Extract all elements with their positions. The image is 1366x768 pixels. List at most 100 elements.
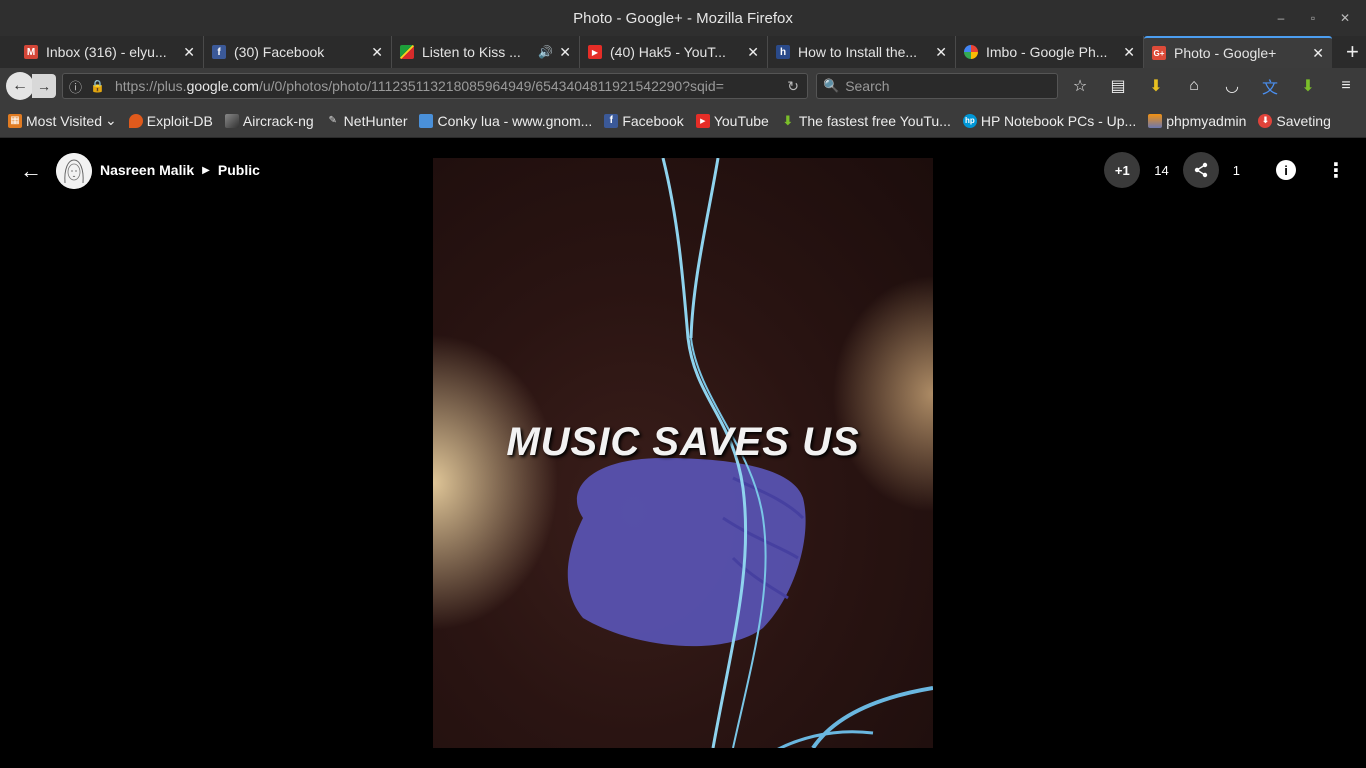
chevron-down-icon: ⌄	[105, 112, 117, 128]
tab-title: Photo - Google+	[1174, 45, 1277, 61]
photo-text: MUSIC SAVES US	[506, 420, 860, 464]
tab-strip: M Inbox (316) - elyu... ✕ f (30) Faceboo…	[0, 36, 1366, 68]
tab-close-icon[interactable]: ✕	[935, 44, 947, 61]
bookmark-label: Saveting	[1276, 112, 1331, 129]
search-icon: 🔍	[823, 78, 840, 93]
forward-arrow-icon[interactable]: →	[32, 74, 56, 98]
bookmark-nethunter[interactable]: ✎ NetHunter	[326, 112, 408, 129]
post-author: Nasreen Malik ▶ Public	[100, 162, 260, 178]
translate-icon[interactable]: 文	[1260, 74, 1280, 98]
pocket-icon[interactable]: ◡	[1222, 76, 1242, 96]
tab-imbo-google-photos[interactable]: Imbo - Google Ph... ✕	[956, 36, 1144, 68]
bookmark-star-icon[interactable]: ☆	[1070, 76, 1090, 96]
bookmark-saveting[interactable]: ⬇ Saveting	[1258, 112, 1331, 129]
share-count: 1	[1232, 162, 1240, 178]
speaker-icon[interactable]: 🔊	[538, 45, 553, 59]
bookmark-conky-lua[interactable]: Conky lua - www.gnom...	[419, 113, 592, 129]
tab-close-icon[interactable]: ✕	[371, 44, 383, 61]
saveting-icon: ⬇	[1258, 113, 1273, 128]
download-arrow-icon: ⬇	[782, 112, 794, 128]
photo-image[interactable]: MUSIC SAVES US	[433, 158, 933, 748]
tab-facebook[interactable]: f (30) Facebook ✕	[204, 36, 392, 68]
tab-title: Inbox (316) - elyu...	[46, 44, 167, 60]
author-name[interactable]: Nasreen Malik	[100, 162, 194, 178]
close-window-icon[interactable]: ✕	[1338, 11, 1352, 25]
gnome-icon	[419, 113, 434, 128]
home-icon[interactable]: ⌂	[1184, 77, 1204, 95]
bookmark-label: Most Visited	[26, 112, 102, 129]
info-icon[interactable]: i	[1276, 160, 1296, 180]
tab-listen-to-kiss[interactable]: Listen to Kiss ... 🔊 ✕	[392, 36, 580, 68]
more-options-icon[interactable]: ⋮	[1326, 158, 1346, 183]
plus-one-button[interactable]: +1	[1104, 152, 1141, 188]
back-arrow-icon[interactable]: ←	[20, 158, 42, 184]
url-domain: google.com	[186, 78, 259, 94]
most-visited-icon: ▦	[8, 113, 22, 128]
bookmark-exploit-db[interactable]: Exploit-DB	[128, 112, 213, 129]
tab-close-icon[interactable]: ✕	[747, 44, 759, 61]
tab-close-icon[interactable]: ✕	[183, 44, 195, 61]
info-icon[interactable]: ⓘ	[69, 77, 82, 96]
tab-title: Imbo - Google Ph...	[986, 44, 1108, 60]
caret-right-icon: ▶	[202, 164, 210, 176]
tab-close-icon[interactable]: ✕	[559, 44, 571, 61]
photo-actions: +1 14 1 i ⋮	[1104, 152, 1346, 188]
toolbar-icons: ☆ ▤ ⬇ ⌂ ◡ 文 ⬇ ≡	[1070, 74, 1356, 98]
phpmyadmin-icon	[1148, 113, 1163, 128]
bookmark-label: Aircrack-ng	[242, 112, 314, 129]
tab-close-icon[interactable]: ✕	[1123, 44, 1135, 61]
bookmark-label: Facebook	[622, 112, 684, 129]
tab-title: (40) Hak5 - YouT...	[610, 44, 726, 60]
avatar[interactable]	[56, 153, 92, 189]
bookmark-label: NetHunter	[343, 112, 408, 129]
hp-icon: hp	[962, 113, 977, 128]
tab-gmail[interactable]: M Inbox (316) - elyu... ✕	[16, 36, 204, 68]
new-tab-icon[interactable]: +	[1346, 39, 1359, 65]
nav-buttons: ← →	[6, 72, 56, 100]
visibility-label[interactable]: Public	[218, 162, 260, 178]
bookmark-label: Exploit-DB	[146, 112, 213, 129]
bookmark-most-visited[interactable]: ▦ Most Visited ⌄	[8, 112, 117, 129]
share-glyph-icon	[1194, 162, 1207, 178]
window-title: Photo - Google+ - Mozilla Firefox	[573, 9, 793, 27]
tab-close-icon[interactable]: ✕	[1312, 45, 1324, 62]
bookmark-label: YouTube	[713, 112, 769, 129]
url-path: /u/0/photos/photo/111235113218085964949/…	[258, 78, 724, 94]
tab-youtube-hak5[interactable]: ▶ (40) Hak5 - YouT... ✕	[580, 36, 768, 68]
search-placeholder: Search	[845, 78, 890, 94]
bookmark-label: phpmyadmin	[1166, 112, 1247, 129]
share-icon[interactable]	[1182, 152, 1219, 188]
menu-icon[interactable]: ≡	[1336, 77, 1356, 95]
window-controls: – ▫ ✕	[1274, 0, 1352, 36]
bookmark-aircrack-ng[interactable]: Aircrack-ng	[224, 112, 314, 129]
bookmark-fastest-free-youtube[interactable]: ⬇ The fastest free YouTu...	[781, 112, 951, 129]
bookmark-label: HP Notebook PCs - Up...	[980, 112, 1137, 129]
photo-viewer: ← Nasreen Malik ▶ Public MUSIC SAVES US …	[0, 138, 1366, 768]
reload-icon[interactable]: ↻	[787, 78, 799, 95]
bookmark-label: Conky lua - www.gnom...	[437, 112, 593, 129]
window-titlebar: Photo - Google+ - Mozilla Firefox – ▫ ✕	[0, 0, 1366, 36]
avatar-sketch-icon	[56, 153, 92, 189]
tab-photo-google-plus[interactable]: G+ Photo - Google+ ✕	[1144, 36, 1332, 68]
url-bar[interactable]: ⓘ 🔒 https://plus.google.com/u/0/photos/p…	[62, 73, 808, 99]
youtube-icon: ▶	[695, 113, 710, 128]
facebook-icon: f	[604, 113, 619, 128]
bookmark-label: The fastest free YouTu...	[798, 112, 951, 129]
bookmark-youtube[interactable]: ▶ YouTube	[695, 112, 769, 129]
search-input[interactable]: 🔍 Search	[816, 73, 1058, 99]
url-text[interactable]: https://plus.google.com/u/0/photos/photo…	[115, 78, 779, 94]
navigation-bar: ← → ⓘ 🔒 https://plus.google.com/u/0/phot…	[0, 68, 1366, 104]
maximize-icon[interactable]: ▫	[1306, 11, 1320, 25]
bookmark-phpmyadmin[interactable]: phpmyadmin	[1148, 113, 1246, 129]
back-arrow-icon[interactable]: ←	[6, 72, 34, 100]
minimize-icon[interactable]: –	[1274, 11, 1288, 25]
bookmark-hp-notebook[interactable]: hp HP Notebook PCs - Up...	[962, 112, 1137, 129]
lock-icon[interactable]: 🔒	[90, 79, 105, 93]
google-plus-icon: G+	[1152, 46, 1166, 60]
bookmark-facebook[interactable]: f Facebook	[604, 112, 684, 129]
download-helper-icon[interactable]: ⬇	[1298, 76, 1318, 96]
reading-list-icon[interactable]: ▤	[1108, 76, 1128, 96]
aircrack-icon	[224, 113, 239, 128]
tab-how-to-install[interactable]: h How to Install the... ✕	[768, 36, 956, 68]
downloads-icon[interactable]: ⬇	[1146, 76, 1166, 96]
